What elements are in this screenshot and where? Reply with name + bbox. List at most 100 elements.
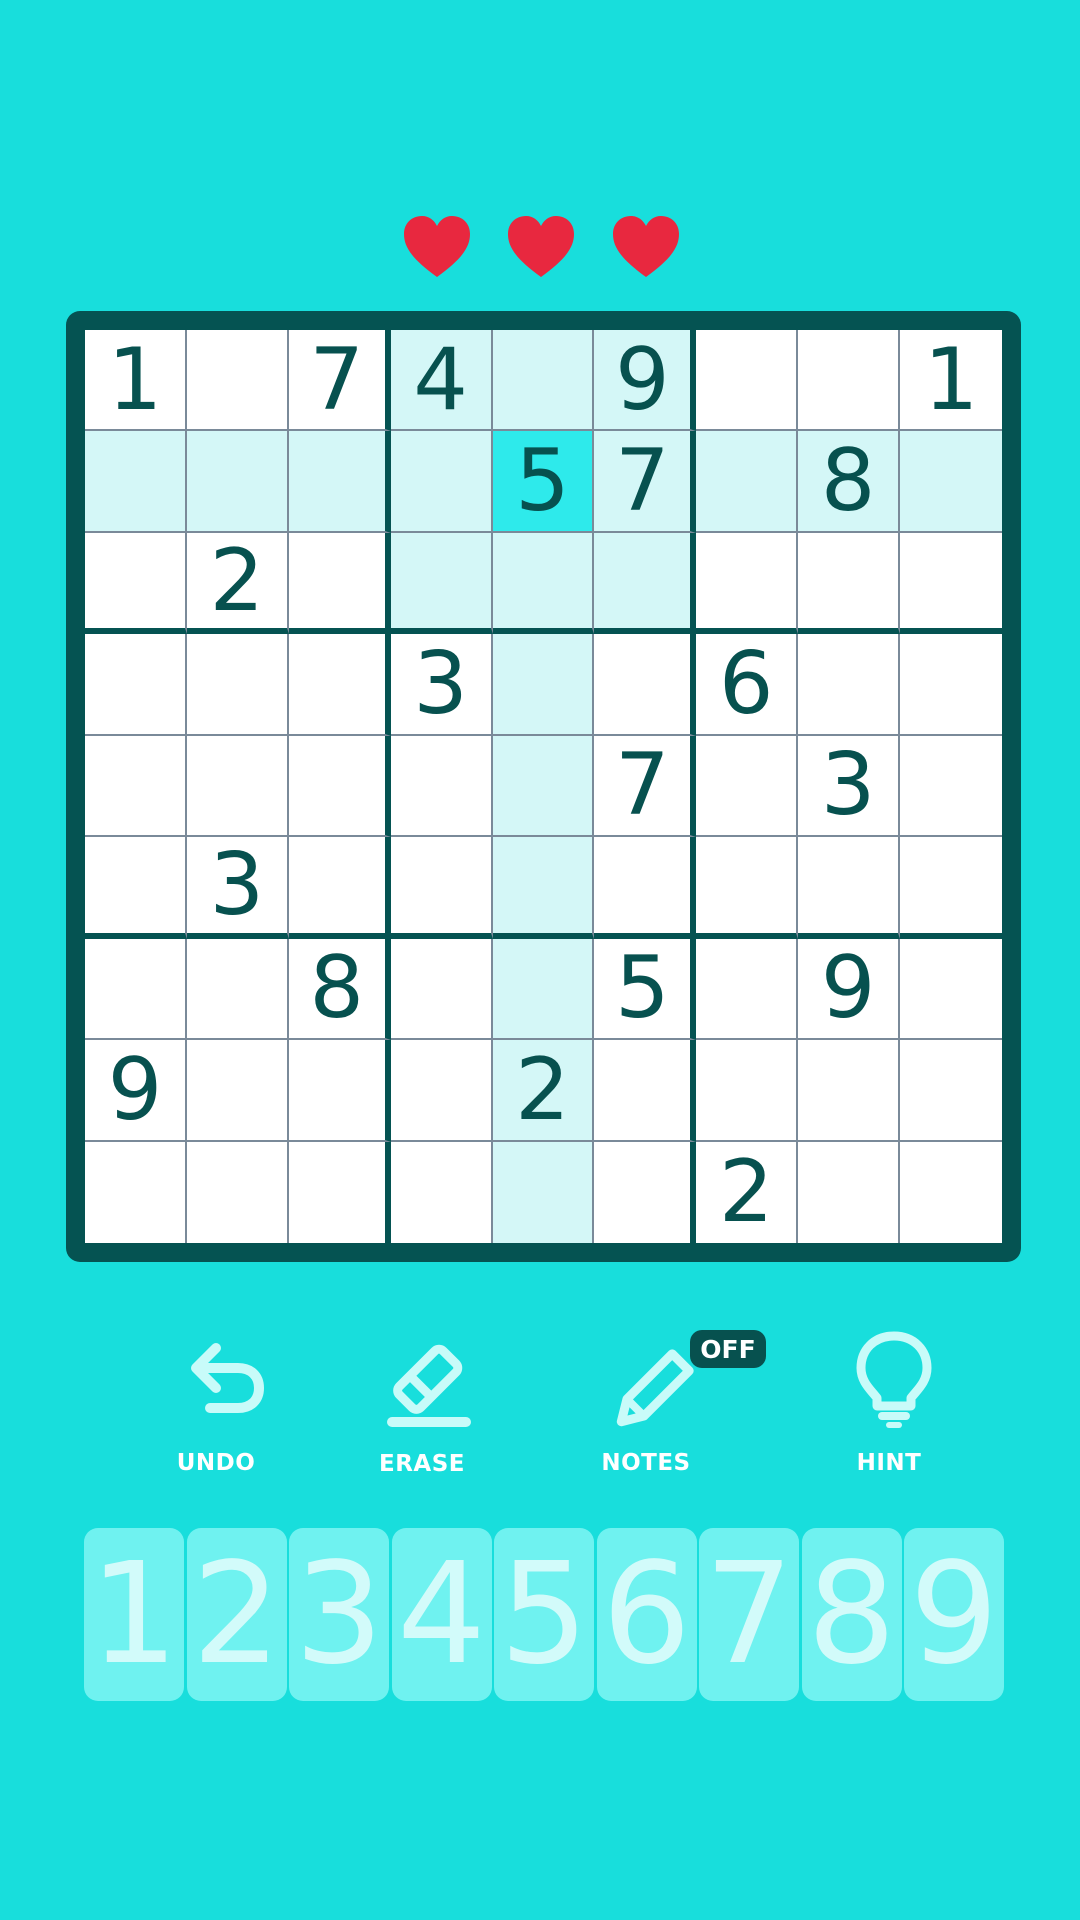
sudoku-cell-r3c1[interactable] <box>85 532 187 635</box>
number-key-5[interactable]: 5 <box>494 1528 594 1701</box>
number-key-8[interactable]: 8 <box>801 1528 902 1701</box>
sudoku-cell-r8c9[interactable] <box>900 1040 1002 1142</box>
sudoku-cell-r1c2[interactable] <box>186 330 289 432</box>
sudoku-cell-r4c4[interactable]: 3 <box>390 634 493 736</box>
sudoku-cell-r5c5[interactable] <box>492 735 595 838</box>
sudoku-cell-r1c1[interactable]: 1 <box>85 330 187 432</box>
sudoku-cell-r2c7[interactable] <box>696 431 799 533</box>
sudoku-cell-r1c4[interactable]: 4 <box>390 330 493 432</box>
hint-label: HINT <box>856 1450 922 1476</box>
sudoku-cell-r3c8[interactable] <box>798 532 901 635</box>
number-key-4[interactable]: 4 <box>391 1528 492 1701</box>
sudoku-cell-r8c7[interactable] <box>696 1040 799 1142</box>
sudoku-cell-r3c4[interactable] <box>390 532 493 635</box>
sudoku-cell-r7c6[interactable]: 5 <box>594 938 697 1041</box>
sudoku-cell-r3c3[interactable] <box>288 532 391 635</box>
sudoku-cell-r9c1[interactable] <box>85 1141 187 1243</box>
sudoku-cell-r1c7[interactable] <box>696 330 799 432</box>
sudoku-cell-r6c5[interactable] <box>492 837 595 939</box>
undo-arrow-icon <box>191 1343 265 1413</box>
heart-icon <box>402 215 472 279</box>
sudoku-cell-r8c1[interactable]: 9 <box>85 1040 187 1142</box>
sudoku-cell-r4c6[interactable] <box>594 634 697 736</box>
sudoku-cell-r9c7[interactable]: 2 <box>696 1141 799 1243</box>
sudoku-cell-r3c9[interactable] <box>900 532 1002 635</box>
sudoku-cell-r8c3[interactable] <box>288 1040 391 1142</box>
notes-button[interactable]: OFF NOTES <box>566 1330 766 1490</box>
sudoku-cell-r7c1[interactable] <box>85 938 187 1041</box>
sudoku-cell-r5c9[interactable] <box>900 735 1002 838</box>
sudoku-cell-r5c3[interactable] <box>288 735 391 838</box>
sudoku-cell-r2c2[interactable] <box>186 431 289 533</box>
sudoku-cell-r6c8[interactable] <box>798 837 901 939</box>
sudoku-cell-r1c3[interactable]: 7 <box>288 330 391 432</box>
sudoku-cell-r7c9[interactable] <box>900 938 1002 1041</box>
sudoku-cell-r3c2[interactable]: 2 <box>186 532 289 635</box>
sudoku-cell-r8c2[interactable] <box>186 1040 289 1142</box>
sudoku-cell-r4c7[interactable]: 6 <box>696 634 799 736</box>
sudoku-cell-r6c1[interactable] <box>85 837 187 939</box>
sudoku-cell-r4c5[interactable] <box>492 634 595 736</box>
sudoku-cell-r2c4[interactable] <box>390 431 493 533</box>
sudoku-cell-r2c9[interactable] <box>900 431 1002 533</box>
number-key-6[interactable]: 6 <box>596 1528 697 1701</box>
sudoku-cell-r9c5[interactable] <box>492 1141 595 1243</box>
number-key-9[interactable]: 9 <box>904 1528 1004 1701</box>
number-key-7[interactable]: 7 <box>699 1528 799 1701</box>
sudoku-cell-r8c5[interactable]: 2 <box>492 1040 595 1142</box>
sudoku-cell-r2c5[interactable]: 5 <box>492 431 595 533</box>
number-key-2[interactable]: 2 <box>186 1528 287 1701</box>
sudoku-cell-r7c4[interactable] <box>390 938 493 1041</box>
sudoku-cell-r6c3[interactable] <box>288 837 391 939</box>
sudoku-cell-r5c4[interactable] <box>390 735 493 838</box>
sudoku-cell-r1c8[interactable] <box>798 330 901 432</box>
sudoku-cell-r4c2[interactable] <box>186 634 289 736</box>
sudoku-cell-r1c6[interactable]: 9 <box>594 330 697 432</box>
sudoku-cell-r8c6[interactable] <box>594 1040 697 1142</box>
sudoku-cell-r4c9[interactable] <box>900 634 1002 736</box>
sudoku-cell-r4c1[interactable] <box>85 634 187 736</box>
sudoku-cell-r2c3[interactable] <box>288 431 391 533</box>
sudoku-cell-r5c1[interactable] <box>85 735 187 838</box>
sudoku-cell-r7c7[interactable] <box>696 938 799 1041</box>
sudoku-cell-r6c4[interactable] <box>390 837 493 939</box>
number-key-3[interactable]: 3 <box>289 1528 389 1701</box>
sudoku-cell-r3c5[interactable] <box>492 532 595 635</box>
sudoku-cell-r9c4[interactable] <box>390 1141 493 1243</box>
erase-button[interactable]: ERASE <box>342 1330 502 1490</box>
sudoku-cell-r3c7[interactable] <box>696 532 799 635</box>
sudoku-cell-r3c6[interactable] <box>594 532 697 635</box>
sudoku-cell-r6c2[interactable]: 3 <box>186 837 289 939</box>
sudoku-cell-r7c3[interactable]: 8 <box>288 938 391 1041</box>
sudoku-cell-r2c1[interactable] <box>85 431 187 533</box>
lightbulb-icon <box>856 1331 932 1428</box>
sudoku-cell-r6c6[interactable] <box>594 837 697 939</box>
sudoku-cell-r9c3[interactable] <box>288 1141 391 1243</box>
sudoku-cell-r4c3[interactable] <box>288 634 391 736</box>
sudoku-cell-r5c8[interactable]: 3 <box>798 735 901 838</box>
sudoku-cell-r4c8[interactable] <box>798 634 901 736</box>
sudoku-cell-r5c2[interactable] <box>186 735 289 838</box>
sudoku-cell-r5c7[interactable] <box>696 735 799 838</box>
sudoku-cell-r7c5[interactable] <box>492 938 595 1041</box>
sudoku-cell-r9c9[interactable] <box>900 1141 1002 1243</box>
undo-label: UNDO <box>176 1450 256 1476</box>
sudoku-cell-r9c8[interactable] <box>798 1141 901 1243</box>
hint-button[interactable]: HINT <box>809 1330 969 1490</box>
sudoku-cell-r6c7[interactable] <box>696 837 799 939</box>
sudoku-cell-r7c2[interactable] <box>186 938 289 1041</box>
undo-button[interactable]: UNDO <box>136 1330 296 1490</box>
sudoku-cell-r1c5[interactable] <box>492 330 595 432</box>
sudoku-cell-r2c8[interactable]: 8 <box>798 431 901 533</box>
notes-label: NOTES <box>601 1450 691 1476</box>
sudoku-cell-r5c6[interactable]: 7 <box>594 735 697 838</box>
sudoku-cell-r9c2[interactable] <box>186 1141 289 1243</box>
sudoku-cell-r1c9[interactable]: 1 <box>900 330 1002 432</box>
number-key-1[interactable]: 1 <box>84 1528 184 1701</box>
sudoku-cell-r8c8[interactable] <box>798 1040 901 1142</box>
sudoku-cell-r8c4[interactable] <box>390 1040 493 1142</box>
sudoku-cell-r6c9[interactable] <box>900 837 1002 939</box>
sudoku-cell-r7c8[interactable]: 9 <box>798 938 901 1041</box>
sudoku-cell-r2c6[interactable]: 7 <box>594 431 697 533</box>
sudoku-cell-r9c6[interactable] <box>594 1141 697 1243</box>
